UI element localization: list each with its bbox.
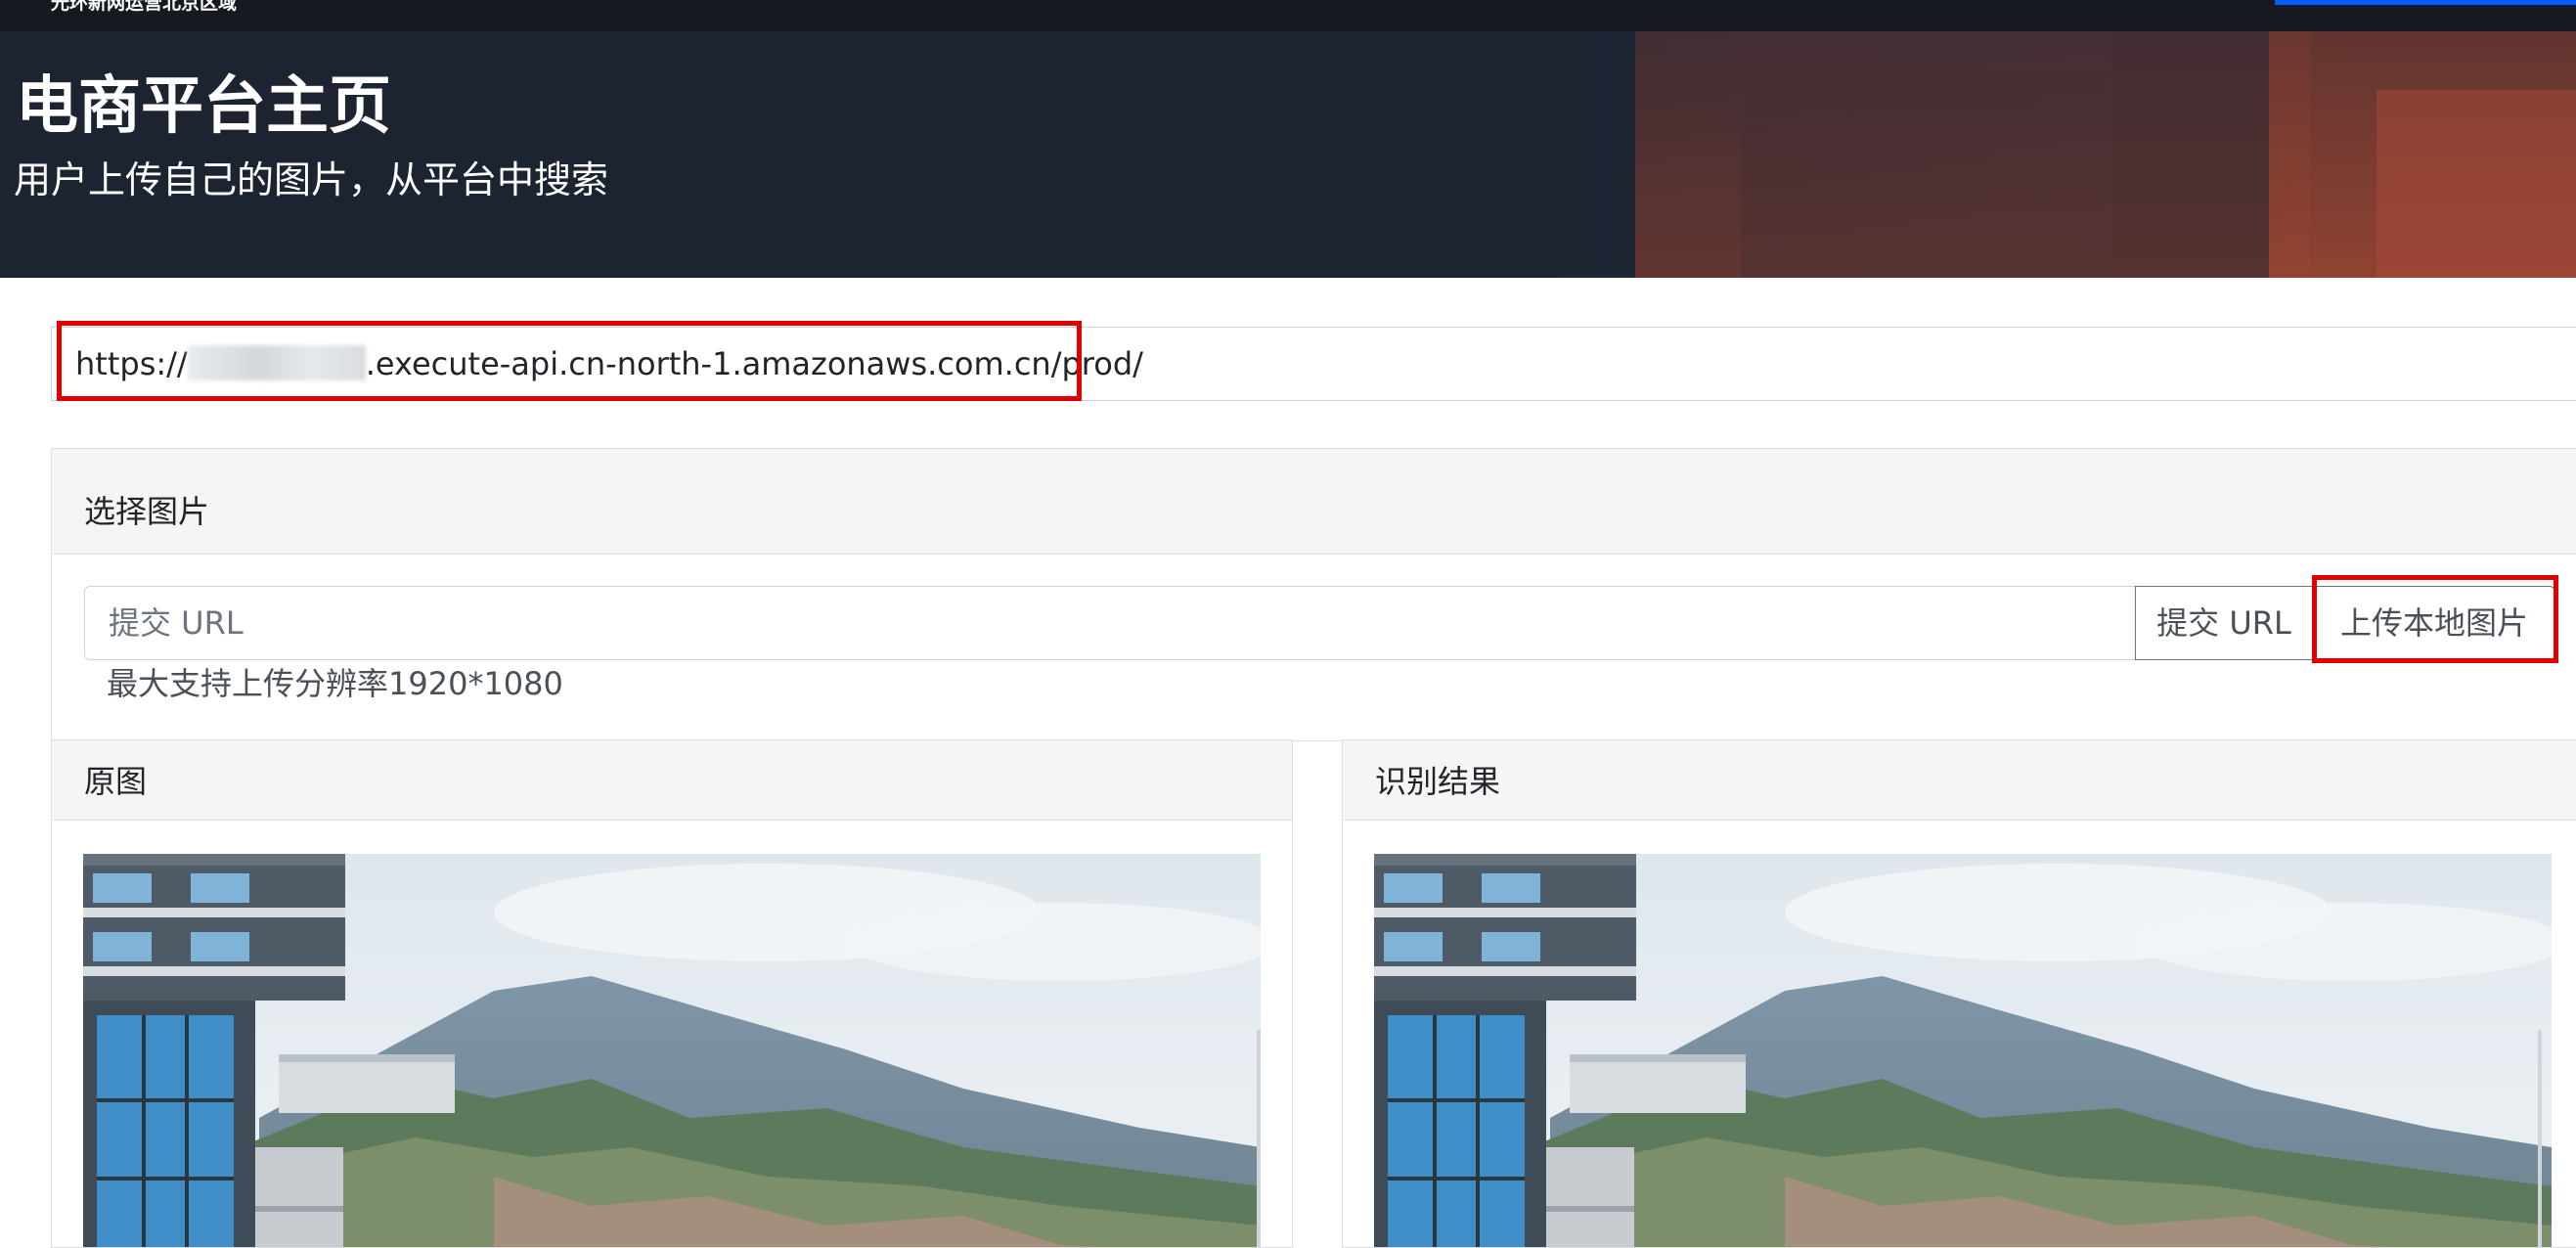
result-image [1374, 854, 2552, 1247]
hero-decoration [2376, 90, 2576, 278]
original-image [83, 854, 1261, 1247]
api-endpoint-prefix: https:// [75, 345, 188, 382]
select-image-card: 选择图片 提交 URL 上传本地图片 最大支持上传分辨率1920*1080 [51, 448, 2576, 741]
original-image-panel: 原图 [51, 739, 1293, 1248]
redacted-api-id [187, 345, 366, 380]
page-title: 电商平台主页 [16, 70, 391, 143]
topbar-accent-bar [2275, 0, 2576, 5]
region-label: 光环新网运营北京区域 [51, 0, 238, 14]
page-subtitle: 用户上传自己的图片，从平台中搜索 [14, 158, 609, 201]
submit-url-button[interactable]: 提交 URL [2135, 586, 2313, 660]
api-endpoint-suffix: .execute-api.cn-north-1.amazonaws.com.cn… [365, 345, 1143, 382]
hero-banner: 电商平台主页 用户上传自己的图片，从平台中搜索 [0, 31, 2576, 278]
recognition-result-heading: 识别结果 [1375, 763, 1501, 800]
api-endpoint-value: https:// .execute-api.cn-north-1.amazonaw… [75, 343, 1143, 384]
top-bar: 光环新网运营北京区域 [0, 0, 2576, 31]
resolution-hint: 最大支持上传分辨率1920*1080 [107, 665, 563, 702]
upload-local-image-button[interactable]: 上传本地图片 [2313, 586, 2555, 660]
api-endpoint-field[interactable]: https:// .execute-api.cn-north-1.amazonaw… [51, 327, 2576, 401]
card-header: 选择图片 [52, 449, 2576, 555]
recognition-result-panel: 识别结果 [1342, 739, 2576, 1248]
panel-header: 原图 [52, 740, 1292, 821]
panel-header: 识别结果 [1343, 740, 2576, 821]
select-image-heading: 选择图片 [84, 493, 210, 530]
original-image-heading: 原图 [84, 763, 148, 800]
image-url-input[interactable] [84, 586, 2138, 660]
hero-decoration [1741, 70, 2288, 278]
